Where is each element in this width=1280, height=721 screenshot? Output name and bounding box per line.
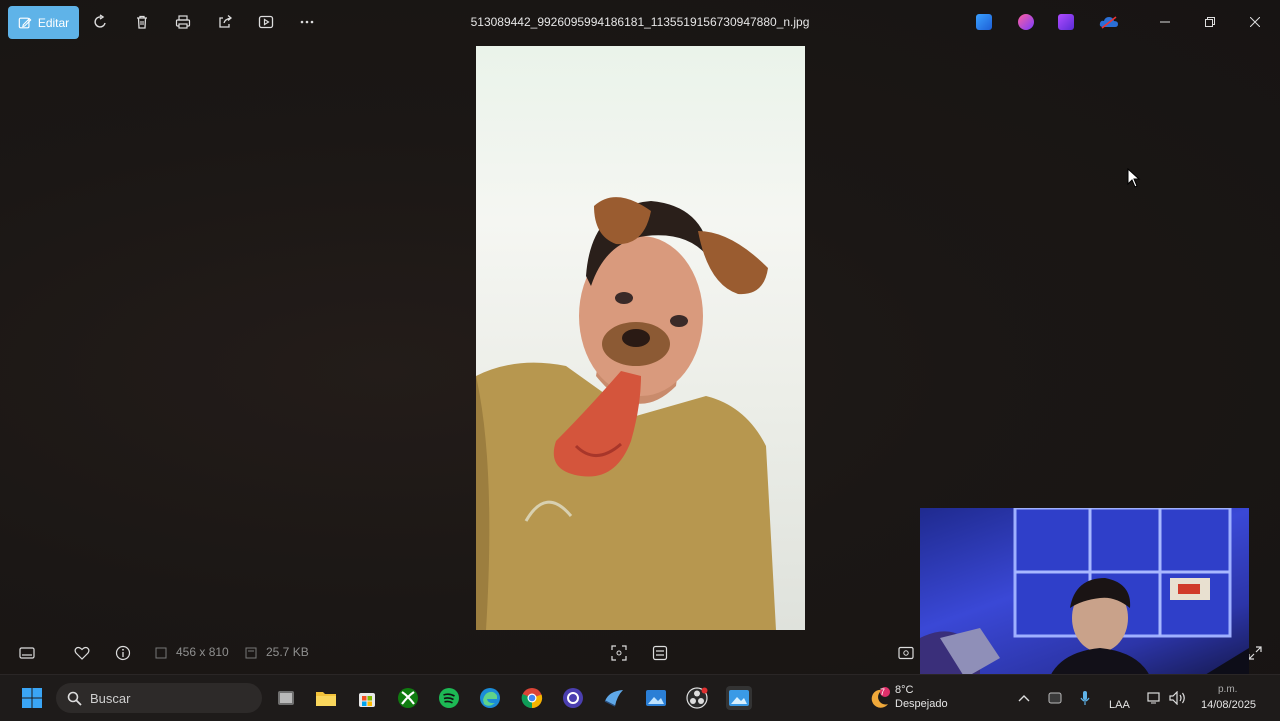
microphone-icon (1080, 691, 1090, 705)
edge-icon (480, 688, 500, 708)
photos-taskbar-button[interactable] (644, 686, 668, 710)
clock-date[interactable]: 14/08/2025 (1201, 699, 1256, 711)
filmstrip-icon (19, 647, 35, 659)
taskbar-search-box[interactable]: Buscar (56, 683, 262, 713)
slideshow-icon (258, 15, 274, 29)
edit-label: Editar (37, 15, 70, 30)
chrome-button[interactable] (520, 686, 544, 710)
obs-button[interactable] (685, 686, 709, 710)
network-button[interactable] (1143, 686, 1167, 710)
chrome-icon (521, 688, 543, 709)
search-placeholder: Buscar (90, 690, 131, 706)
dimensions-icon (152, 644, 170, 662)
tray-app-icon (1048, 692, 1062, 704)
photos-active-button[interactable] (726, 686, 752, 710)
photo-viewer-image[interactable] (476, 46, 805, 630)
edit-icon (18, 17, 32, 28)
xbox-icon (398, 688, 418, 708)
print-icon (175, 15, 191, 29)
webcam-overlay (920, 508, 1249, 694)
file-info-button[interactable] (114, 644, 132, 662)
slideshow-button[interactable] (257, 12, 275, 32)
windows-taskbar: Buscar 7 8°C Despejado LAA p.m. 14/08/20… (0, 674, 1280, 721)
onedrive-icon[interactable] (1099, 14, 1119, 30)
mouse-cursor (1127, 167, 1141, 193)
language-indicator[interactable]: LAA (1109, 699, 1130, 711)
share-button[interactable] (216, 12, 234, 32)
filmstrip-button[interactable] (18, 644, 36, 662)
circle-app-icon (563, 688, 583, 708)
weather-badge: 7 (880, 687, 886, 697)
store-button[interactable] (355, 686, 379, 710)
top-toolbar: Editar 513089442_9926095994186181_113551… (0, 0, 1280, 45)
chevron-up-icon (1018, 695, 1030, 702)
share-icon (219, 15, 233, 28)
print-button[interactable] (174, 12, 192, 32)
clock-time: p.m. (1218, 684, 1238, 695)
restore-icon (1205, 17, 1215, 27)
rotate-icon (94, 14, 106, 28)
show-hidden-icons-button[interactable] (1012, 686, 1036, 710)
clipchamp-icon[interactable] (1018, 14, 1034, 30)
more-icon (300, 20, 314, 24)
screenshot-icon (898, 646, 914, 660)
cortana-button[interactable] (561, 686, 585, 710)
restore-button[interactable] (1200, 12, 1220, 32)
weather-description: Despejado (895, 698, 948, 710)
visual-search-button[interactable] (651, 644, 669, 662)
spotify-icon (439, 688, 459, 708)
favorite-button[interactable] (73, 644, 91, 662)
minimize-button[interactable] (1155, 12, 1175, 32)
network-icon (1147, 692, 1160, 704)
fit-to-window-icon (611, 645, 627, 661)
adjust-icon (652, 645, 668, 661)
spotify-button[interactable] (437, 686, 461, 710)
volume-button[interactable] (1166, 686, 1190, 710)
file-size-icon (242, 644, 260, 662)
photos-icon (646, 690, 666, 706)
info-icon (115, 645, 131, 661)
delete-button[interactable] (133, 12, 151, 32)
zoom-fit-button[interactable] (610, 644, 628, 662)
file-size: 25.7 KB (266, 645, 309, 659)
video-editor-icon[interactable] (1058, 14, 1074, 30)
steam-icon (604, 690, 623, 707)
more-options-button[interactable] (298, 12, 316, 32)
close-icon (1250, 17, 1260, 27)
weather-temperature: 8°C (895, 684, 914, 696)
minimize-icon (1160, 21, 1170, 23)
edit-button[interactable]: Editar (8, 6, 79, 39)
expand-icon (1248, 646, 1262, 660)
heart-icon (74, 646, 90, 660)
folder-icon (316, 692, 336, 706)
image-dimensions: 456 x 810 (176, 645, 229, 659)
xbox-button[interactable] (396, 686, 420, 710)
file-name-title: 513089442_9926095994186181_1135519156730… (470, 15, 810, 29)
windows-logo-icon (22, 688, 42, 708)
tray-app-button[interactable] (1043, 686, 1067, 710)
volume-icon (1169, 691, 1185, 705)
search-icon (67, 691, 82, 706)
task-view-icon (278, 691, 294, 705)
edge-button[interactable] (478, 686, 502, 710)
steam-button[interactable] (602, 686, 626, 710)
store-icon (359, 693, 375, 707)
compare-button[interactable] (897, 644, 915, 662)
close-button[interactable] (1245, 12, 1265, 32)
delete-icon (137, 15, 147, 29)
task-view-button[interactable] (274, 686, 298, 710)
microphone-button[interactable] (1073, 686, 1097, 710)
photos-active-icon (729, 690, 749, 706)
obs-icon (686, 687, 708, 709)
designer-icon[interactable] (976, 14, 992, 30)
rotate-button[interactable] (92, 12, 110, 32)
file-explorer-button[interactable] (314, 686, 338, 710)
start-button[interactable] (20, 686, 44, 710)
